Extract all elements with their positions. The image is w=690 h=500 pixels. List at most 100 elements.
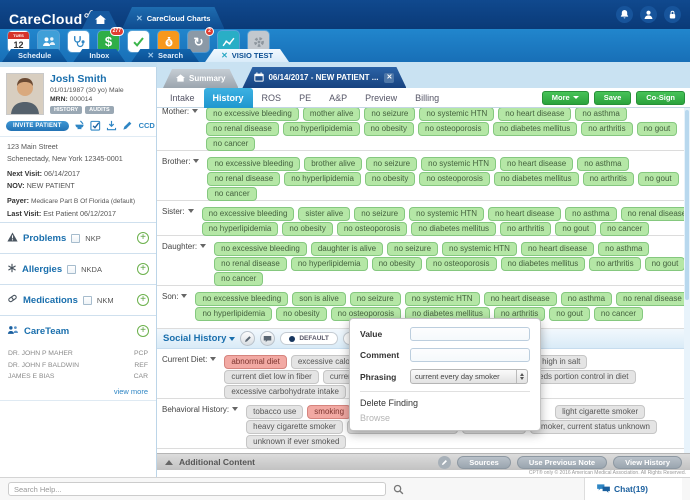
- finding-pill[interactable]: no hyperlipidemia: [195, 307, 272, 321]
- collapse-arrow-icon[interactable]: [165, 460, 173, 465]
- view-history-button[interactable]: View History: [613, 456, 682, 469]
- pharmacy-mortar-icon[interactable]: [74, 120, 85, 131]
- finding-pill[interactable]: smoker, current status unknown: [530, 420, 657, 434]
- add-careteam-button[interactable]: [137, 325, 149, 337]
- workspace-tab-visio-test[interactable]: ✕VISIO TEST: [205, 49, 289, 62]
- finding-pill[interactable]: no gout: [549, 307, 590, 321]
- notifications-button[interactable]: [616, 6, 633, 23]
- finding-pill[interactable]: no diabetes mellitus: [494, 172, 579, 186]
- nkda-checkbox[interactable]: [67, 265, 76, 274]
- search-help-input[interactable]: [8, 482, 386, 496]
- browse-link[interactable]: Browse: [360, 413, 530, 423]
- nkm-checkbox[interactable]: [83, 296, 92, 305]
- scrollbar-thumb[interactable]: [685, 110, 689, 300]
- tab-summary[interactable]: Summary: [163, 69, 238, 88]
- finding-pill[interactable]: no gout: [645, 257, 686, 271]
- finding-pill[interactable]: unknown if ever smoked: [246, 435, 346, 449]
- finding-pill[interactable]: no osteoporosis: [418, 122, 488, 136]
- value-input[interactable]: [410, 327, 530, 341]
- lock-button[interactable]: [664, 6, 681, 23]
- row-label[interactable]: Sister:: [162, 203, 202, 233]
- nkp-checkbox[interactable]: [71, 234, 80, 243]
- workspace-tab-schedule[interactable]: Schedule: [2, 49, 67, 62]
- comment-input[interactable]: [410, 348, 530, 362]
- finding-pill[interactable]: no cancer: [207, 187, 256, 201]
- finding-pill[interactable]: no cancer: [600, 222, 649, 236]
- close-icon[interactable]: ✕: [384, 73, 394, 83]
- vertical-scrollbar[interactable]: [684, 108, 690, 455]
- finding-pill[interactable]: no obesity: [364, 122, 414, 136]
- delete-finding-link[interactable]: Delete Finding: [360, 398, 530, 408]
- social-history-title[interactable]: Social History: [163, 333, 235, 344]
- row-label[interactable]: Mother:: [162, 108, 206, 148]
- row-label[interactable]: Son:: [162, 288, 195, 318]
- phrasing-select[interactable]: current every day smoker: [410, 369, 528, 384]
- default-toggle[interactable]: DEFAULT: [280, 332, 338, 345]
- view-more-link[interactable]: view more: [0, 385, 156, 401]
- additional-content-bar[interactable]: Additional Content Sources Use Previous …: [157, 453, 690, 470]
- more-button[interactable]: More: [542, 91, 589, 105]
- cosign-button[interactable]: Co-Sign: [636, 91, 685, 105]
- sidebar-item-medications[interactable]: Medications NKM: [0, 284, 156, 315]
- finding-pill[interactable]: no cancer: [594, 307, 643, 321]
- row-label[interactable]: Behavioral History:: [162, 401, 246, 446]
- add-problem-button[interactable]: [137, 232, 149, 244]
- finding-pill[interactable]: no cancer: [214, 272, 263, 286]
- charts-window-tab[interactable]: ✕ CareCloud Charts: [122, 7, 224, 29]
- tab-encounter[interactable]: 06/14/2017 - NEW PATIENT ... ✕: [242, 67, 406, 88]
- support-button[interactable]: [640, 6, 657, 23]
- finding-pill[interactable]: no arthritis: [589, 257, 640, 271]
- finding-pill[interactable]: no osteoporosis: [419, 172, 489, 186]
- sidebar-item-careteam[interactable]: CareTeam: [0, 315, 156, 346]
- sidebar-item-problems[interactable]: Problems NKP: [0, 222, 156, 253]
- edit-pencil-button[interactable]: [240, 331, 255, 346]
- tab-aandp[interactable]: A&P: [320, 88, 356, 108]
- finding-pill[interactable]: no hyperlipidemia: [202, 222, 279, 236]
- invite-patient-button[interactable]: INVITE PATIENT: [6, 121, 69, 131]
- tab-ros[interactable]: ROS: [253, 88, 291, 108]
- row-label[interactable]: Current Diet:: [162, 351, 224, 396]
- sidebar-item-allergies[interactable]: Allergies NKDA: [0, 253, 156, 284]
- search-icon[interactable]: [393, 484, 404, 495]
- finding-pill[interactable]: excessive carbohydrate intake: [224, 385, 346, 399]
- workspace-tab-search[interactable]: ✕Search: [131, 49, 199, 62]
- edit-pencil-icon[interactable]: [122, 120, 133, 131]
- close-icon[interactable]: ✕: [221, 51, 228, 60]
- tab-intake[interactable]: Intake: [161, 88, 204, 108]
- finding-pill[interactable]: no arthritis: [500, 222, 551, 236]
- row-label[interactable]: Brother:: [162, 153, 207, 198]
- finding-pill[interactable]: no osteoporosis: [337, 222, 407, 236]
- tab-history[interactable]: History: [204, 88, 253, 108]
- use-previous-note-button[interactable]: Use Previous Note: [517, 456, 607, 469]
- finding-pill[interactable]: no osteoporosis: [426, 257, 496, 271]
- add-medication-button[interactable]: [137, 294, 149, 306]
- download-icon[interactable]: [106, 120, 117, 131]
- edit-pencil-button[interactable]: [438, 456, 451, 469]
- tab-preview[interactable]: Preview: [356, 88, 406, 108]
- tab-pe[interactable]: PE: [290, 88, 320, 108]
- finding-pill[interactable]: no gout: [637, 122, 678, 136]
- finding-pill[interactable]: no diabetes mellitus: [501, 257, 586, 271]
- save-button[interactable]: Save: [594, 91, 632, 105]
- finding-pill[interactable]: no diabetes mellitus: [411, 222, 496, 236]
- audits-badge[interactable]: AUDITS: [85, 106, 113, 114]
- consent-checkbox-icon[interactable]: [90, 120, 101, 131]
- close-icon[interactable]: ✕: [147, 51, 154, 60]
- finding-pill[interactable]: no obesity: [372, 257, 422, 271]
- comment-bubble-button[interactable]: [260, 331, 275, 346]
- finding-pill[interactable]: no hyperlipidemia: [291, 257, 368, 271]
- tab-billing[interactable]: Billing: [406, 88, 448, 108]
- history-badge[interactable]: HISTORY: [50, 106, 82, 114]
- finding-pill[interactable]: no obesity: [282, 222, 332, 236]
- finding-pill[interactable]: no gout: [638, 172, 679, 186]
- finding-pill[interactable]: no arthritis: [583, 172, 634, 186]
- finding-pill[interactable]: no diabetes mellitus: [493, 122, 578, 136]
- finding-pill[interactable]: no cancer: [206, 137, 255, 151]
- workspace-tab-inbox[interactable]: Inbox: [73, 49, 125, 62]
- careteam-member-row[interactable]: DR. JOHN F BALDWINREF: [8, 360, 148, 372]
- sources-button[interactable]: Sources: [457, 456, 511, 469]
- close-icon[interactable]: ✕: [136, 14, 143, 23]
- finding-pill[interactable]: no hyperlipidemia: [284, 172, 361, 186]
- add-allergy-button[interactable]: [137, 263, 149, 275]
- careteam-member-row[interactable]: JAMES E BIASCAR: [8, 371, 148, 383]
